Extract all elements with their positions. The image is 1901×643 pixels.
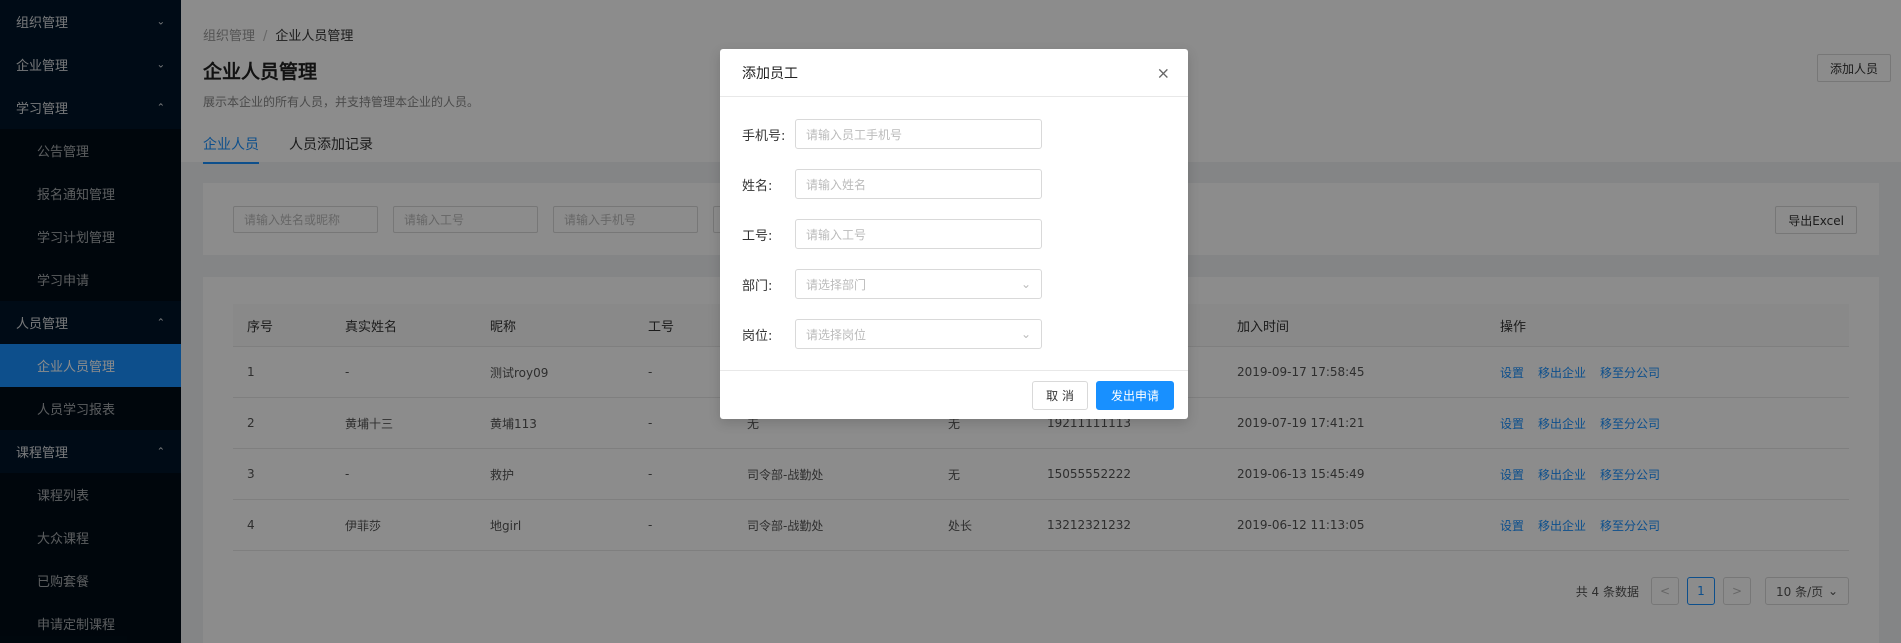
- phone-input[interactable]: 请输入员工手机号: [795, 119, 1042, 149]
- form-row-post: 岗位: 请选择岗位 ⌄: [742, 319, 1166, 349]
- form-row-phone: 手机号: 请输入员工手机号: [742, 119, 1166, 149]
- form-row-id: 工号: 请输入工号: [742, 219, 1166, 249]
- name-label: 姓名:: [742, 178, 773, 194]
- post-label: 岗位:: [742, 328, 773, 344]
- dept-placeholder: 请选择部门: [806, 277, 867, 292]
- close-icon[interactable]: ×: [1157, 63, 1170, 82]
- name-placeholder: 请输入姓名: [806, 177, 867, 192]
- id-input[interactable]: 请输入工号: [795, 219, 1042, 249]
- id-placeholder: 请输入工号: [806, 227, 867, 242]
- modal-title: 添加员工: [742, 65, 798, 82]
- chevron-down-icon: ⌄: [1020, 327, 1031, 341]
- modal-body: 手机号: 请输入员工手机号 姓名: 请输入姓名 工号: 请输入工号 部门: 请选…: [720, 97, 1188, 349]
- dept-label: 部门:: [742, 278, 773, 294]
- name-input[interactable]: 请输入姓名: [795, 169, 1042, 199]
- phone-label: 手机号:: [742, 128, 786, 144]
- post-select[interactable]: 请选择岗位 ⌄: [795, 319, 1042, 349]
- id-label: 工号:: [742, 228, 773, 244]
- post-placeholder: 请选择岗位: [806, 327, 867, 342]
- add-employee-modal: 添加员工 × 手机号: 请输入员工手机号 姓名: 请输入姓名 工号: 请输入工号…: [720, 49, 1188, 419]
- dept-select[interactable]: 请选择部门 ⌄: [795, 269, 1042, 299]
- modal-header: 添加员工 ×: [720, 49, 1188, 97]
- submit-button[interactable]: 发出申请: [1095, 380, 1174, 410]
- modal-footer: 取 消 发出申请: [720, 370, 1188, 419]
- cancel-button[interactable]: 取 消: [1032, 380, 1088, 410]
- form-row-dept: 部门: 请选择部门 ⌄: [742, 269, 1166, 299]
- chevron-down-icon: ⌄: [1020, 277, 1031, 291]
- phone-placeholder: 请输入员工手机号: [806, 127, 903, 142]
- form-row-name: 姓名: 请输入姓名: [742, 169, 1166, 199]
